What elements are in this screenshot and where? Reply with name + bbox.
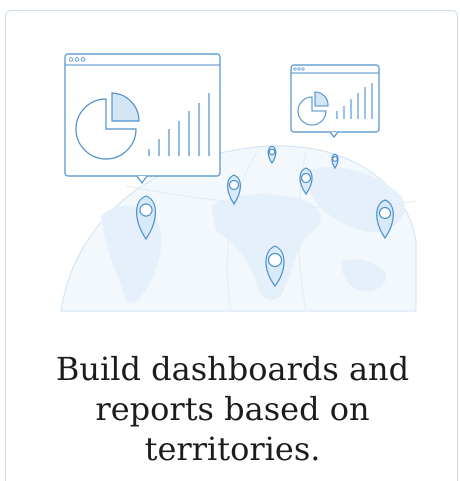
territory-dashboard-illustration — [60, 53, 417, 312]
caption-line: territories. — [144, 430, 321, 468]
feature-caption: Build dashboards and reports based on te… — [6, 349, 459, 469]
caption-line: Build dashboards and — [55, 350, 410, 388]
caption-line: reports based on — [95, 390, 370, 428]
dashboard-window-icon — [64, 53, 221, 185]
dashboard-window-icon — [290, 64, 380, 138]
feature-card: Build dashboards and reports based on te… — [5, 10, 458, 481]
